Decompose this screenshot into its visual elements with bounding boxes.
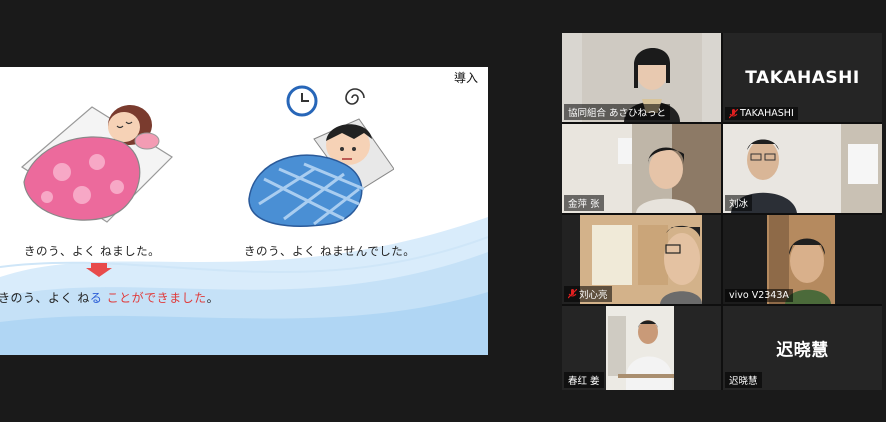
participant-gallery: 協同組合 あさひねっと TAKAHASHI TAKAHASHI 金萍 张 刘冰 … <box>562 33 882 390</box>
participant-name: vivo V2343A <box>729 290 789 301</box>
participant-name: 協同組合 あさひねっと <box>568 108 667 119</box>
participant-name: TAKAHASHI <box>740 108 794 119</box>
participant-name: 迟晓慧 <box>729 376 758 387</box>
participant-display-name: TAKAHASHI <box>745 67 860 88</box>
participant-name: 春红 姜 <box>568 376 600 387</box>
participant-tile-vivo[interactable]: vivo V2343A <box>723 215 882 304</box>
slide-tag: 導入 <box>453 71 478 85</box>
participant-tile-chixiaohui[interactable]: 迟晓慧 迟晓慧 <box>723 306 882 390</box>
participant-display-name: 迟晓慧 <box>776 340 829 361</box>
result-red: ことができました <box>102 291 207 305</box>
down-arrow-icon <box>86 263 112 277</box>
participant-tile-liuxinliang[interactable]: 刘心亮 <box>562 215 721 304</box>
caption-could-sleep: きのう、よく ねる ことができました。 <box>0 289 219 306</box>
participant-name: 刘冰 <box>729 199 749 210</box>
participant-tile-jinping-zhang[interactable]: 金萍 张 <box>562 124 721 213</box>
sleeping-girl-illustration <box>20 105 173 223</box>
result-prefix: きのう、よく ね <box>0 291 90 305</box>
dizzy-swirl-icon <box>345 88 365 105</box>
participant-name-bar: 刘冰 <box>725 195 753 211</box>
shared-slide: 導入 きのう、よく ねました。 きのう、よく ねませんでした。 きのう、よく ね <box>0 67 488 355</box>
participant-name-bar: 刘心亮 <box>564 286 612 302</box>
awake-boy-illustration <box>248 118 394 227</box>
participant-tile-asahi[interactable]: 協同組合 あさひねっと <box>562 33 721 122</box>
mic-muted-icon <box>729 108 738 118</box>
caption-slept-well: きのう、よく ねました。 <box>24 244 161 258</box>
participant-tile-takahashi[interactable]: TAKAHASHI TAKAHASHI <box>723 33 882 122</box>
result-blue: る <box>89 291 103 305</box>
participant-name-bar: 金萍 张 <box>564 195 604 211</box>
participant-name-bar: 迟晓慧 <box>725 372 762 388</box>
participant-tile-chunhong-jiang[interactable]: 春红 姜 <box>562 306 721 390</box>
mic-muted-icon <box>568 289 577 299</box>
participant-name-bar: 春红 姜 <box>564 372 604 388</box>
participant-name-bar: 協同組合 あさひねっと <box>564 104 671 120</box>
caption-did-not-sleep: きのう、よく ねませんでした。 <box>244 244 416 258</box>
participant-name-bar: vivo V2343A <box>725 289 793 302</box>
participant-name: 金萍 张 <box>568 199 600 210</box>
participant-name: 刘心亮 <box>579 290 608 301</box>
participant-name-bar: TAKAHASHI <box>725 107 798 120</box>
result-suffix: 。 <box>206 291 220 305</box>
participant-tile-liubing[interactable]: 刘冰 <box>723 124 882 213</box>
